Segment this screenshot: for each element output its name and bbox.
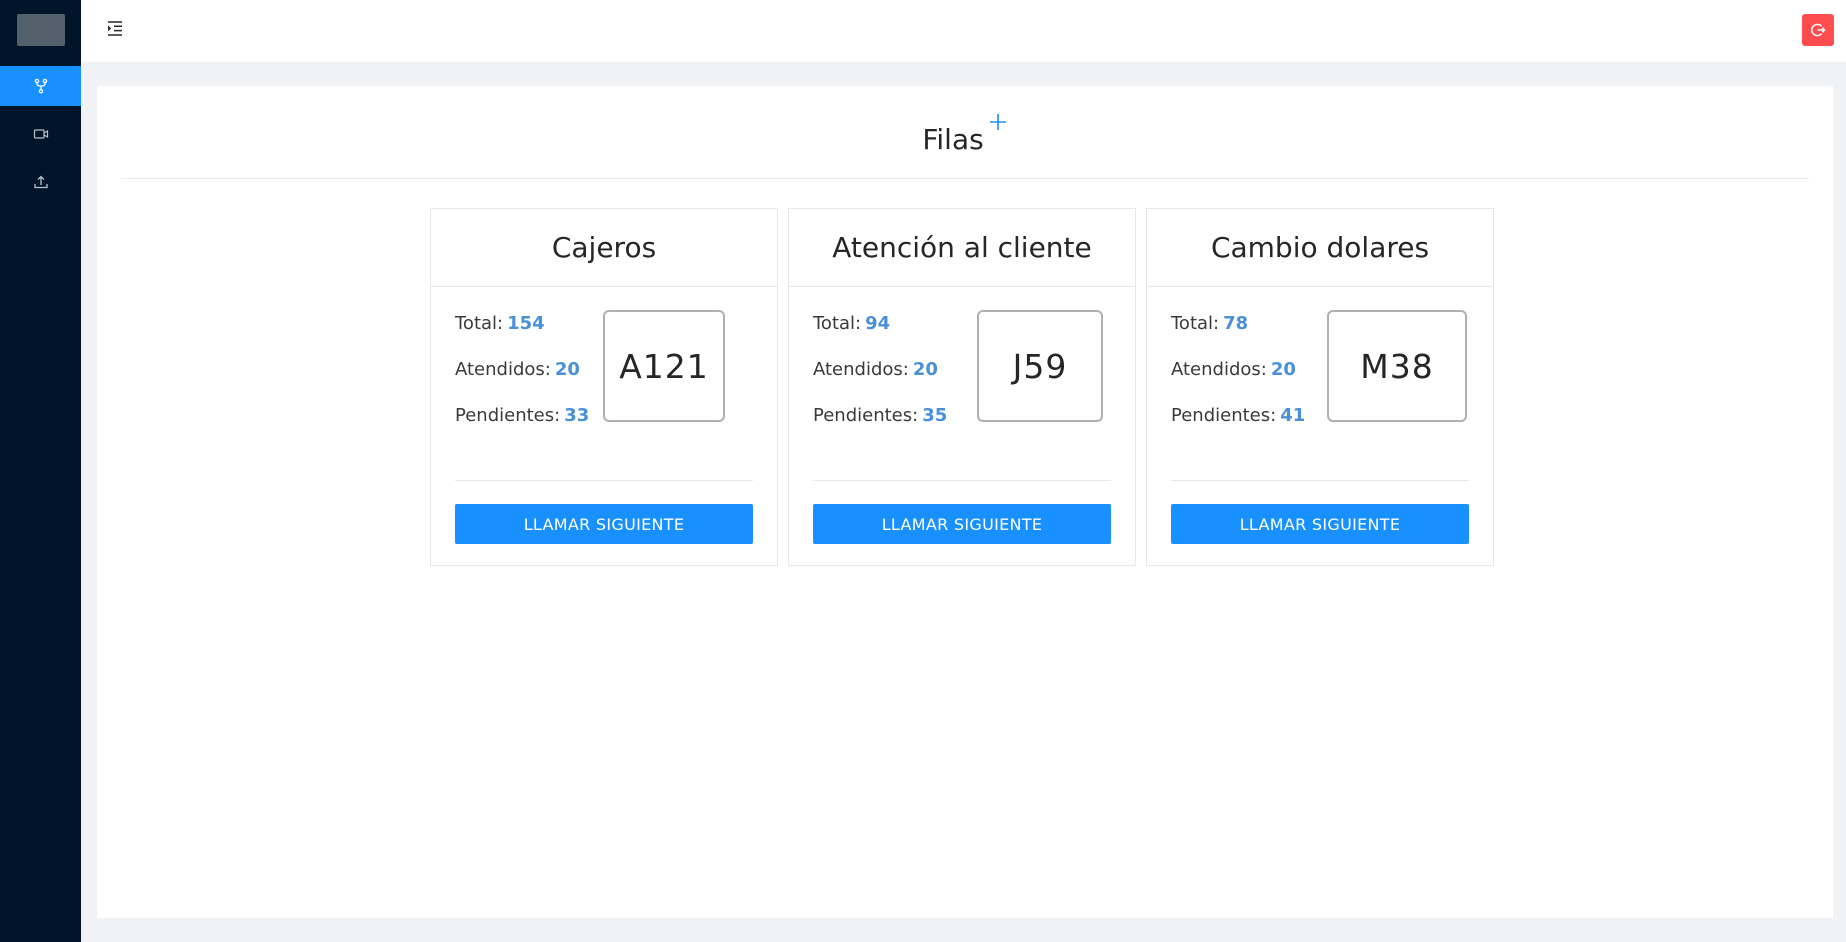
stat-label: Pendientes: [813,405,919,426]
call-next-button[interactable]: LLAMAR SIGUIENTE [1171,504,1469,544]
queue-card-atencion: Atención al cliente Total: 94 Atendidos: 2… [788,208,1136,566]
stat-pending: Pendientes: 33 [455,406,589,452]
logout-icon [1811,23,1826,37]
stat-label: Pendientes: [1171,405,1277,426]
video-camera-icon [33,129,48,139]
page-header: Filas [121,86,1809,179]
logout-button[interactable] [1802,14,1834,46]
card-header: Cajeros [431,209,777,287]
stat-pending: Pendientes: 41 [1171,406,1305,452]
stat-label: Atendidos: [813,359,909,380]
queue-stats: Total: 94 Atendidos: 20 Pendientes: 35 [813,314,947,452]
sidebar-item-upload[interactable] [0,162,81,202]
divider [813,480,1111,481]
app-logo [17,14,65,46]
stat-value: 41 [1280,405,1306,426]
divider [455,480,753,481]
stat-label: Pendientes: [455,405,561,426]
stat-total: Total: 94 [813,314,947,360]
stat-pending: Pendientes: 35 [813,406,947,452]
page-title: Filas [922,122,984,156]
stat-total: Total: 78 [1171,314,1305,360]
sidebar-item-video[interactable] [0,114,81,154]
stat-label: Atendidos: [1171,359,1267,380]
plus-icon[interactable] [988,112,1008,132]
divider [1171,480,1469,481]
card-header: Atención al cliente [789,209,1135,287]
stat-attended: Atendidos: 20 [813,360,947,406]
current-ticket: M38 [1327,310,1467,422]
sidebar [0,0,81,942]
main-content: Filas Cajeros Total: 154 Atendidos: 20 Pen… [97,86,1833,918]
stat-label: Total: [1171,313,1220,334]
stat-total: Total: 154 [455,314,589,360]
sidebar-item-queues[interactable] [0,66,81,106]
stat-value: 94 [865,313,891,334]
stat-value: 20 [912,359,938,380]
queue-name: Atención al cliente [832,231,1092,264]
sidebar-menu [0,66,81,210]
stat-label: Total: [813,313,862,334]
stat-value: 154 [507,313,545,334]
stat-value: 20 [554,359,580,380]
current-ticket: J59 [977,310,1103,422]
upload-icon [33,175,48,189]
queue-name: Cajeros [551,231,657,264]
current-ticket: A121 [603,310,725,422]
queue-card-cambio: Cambio dolares Total: 78 Atendidos: 20 Pen… [1146,208,1494,566]
stat-value: 78 [1223,313,1249,334]
fork-icon [34,78,47,94]
stat-label: Atendidos: [455,359,551,380]
call-next-button[interactable]: LLAMAR SIGUIENTE [813,504,1111,544]
menu-fold-button[interactable] [105,18,125,38]
queue-stats: Total: 78 Atendidos: 20 Pendientes: 41 [1171,314,1305,452]
queue-card-cajeros: Cajeros Total: 154 Atendidos: 20 Pendiente… [430,208,778,566]
stat-value: 35 [922,405,948,426]
menu-fold-icon [108,21,122,36]
stat-label: Total: [455,313,504,334]
top-header [81,0,1846,62]
card-header: Cambio dolares [1147,209,1493,287]
stat-attended: Atendidos: 20 [455,360,589,406]
queue-cards: Cajeros Total: 154 Atendidos: 20 Pendiente… [430,208,1494,566]
queue-stats: Total: 154 Atendidos: 20 Pendientes: 33 [455,314,589,452]
stat-value: 20 [1270,359,1296,380]
call-next-button[interactable]: LLAMAR SIGUIENTE [455,504,753,544]
queue-name: Cambio dolares [1210,231,1430,264]
stat-value: 33 [564,405,590,426]
stat-attended: Atendidos: 20 [1171,360,1305,406]
